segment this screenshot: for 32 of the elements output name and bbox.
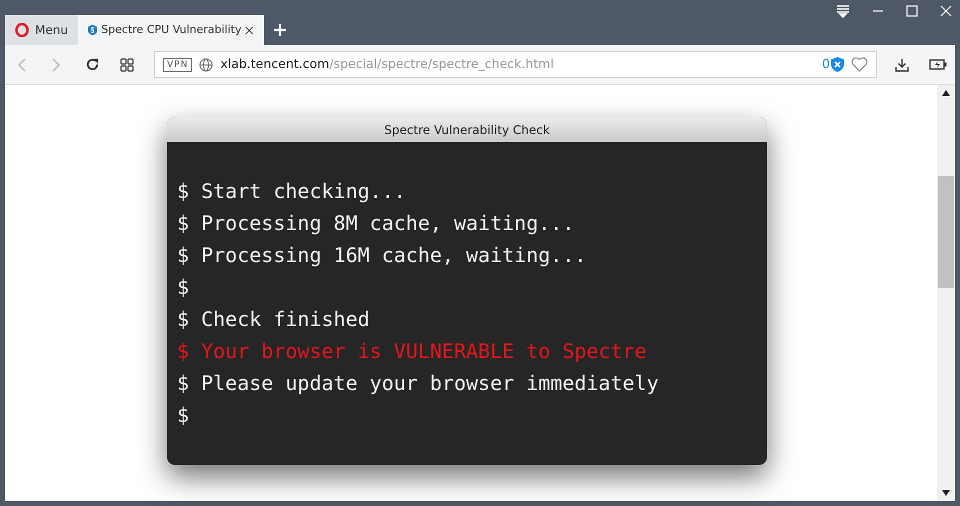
site-icon (88, 23, 98, 37)
scroll-down-icon[interactable] (942, 490, 950, 496)
terminal-line: $ Check finished (177, 306, 371, 333)
shield-icon[interactable] (831, 57, 844, 72)
close-icon[interactable] (245, 24, 254, 36)
address-bar[interactable]: VPN xlab.tencent.com/special/spectre/spectre_check.html 0 (154, 51, 877, 78)
terminal-title: Spectre Vulnerability Check (167, 117, 767, 142)
logo-icon (15, 23, 29, 37)
download-icon[interactable] (895, 58, 909, 72)
new-tab-icon[interactable] (274, 24, 286, 36)
globe-icon (199, 58, 214, 72)
scroll-up-icon[interactable] (942, 90, 950, 96)
scroll-thumb[interactable] (938, 176, 954, 288)
browser-tab[interactable]: Spectre CPU Vulnerability (78, 15, 264, 45)
scrollbar[interactable] (937, 85, 955, 501)
terminal-line: $ Start checking... (177, 178, 407, 205)
battery-icon[interactable] (929, 59, 947, 70)
terminal-line: $ (177, 402, 190, 429)
terminal-line: $ Please update your browser immediately (177, 370, 660, 397)
blocked-count: 0 (822, 55, 830, 74)
maximize-icon[interactable] (906, 5, 918, 17)
url-text: xlab.tencent.com/special/spectre/spectre_check.html (220, 55, 555, 74)
vpn-badge[interactable]: VPN (163, 58, 192, 72)
heart-icon[interactable] (851, 57, 868, 72)
terminal-line: $ (177, 274, 190, 301)
menu-button[interactable]: Menu (5, 15, 78, 45)
grid-icon[interactable] (120, 58, 134, 72)
warning-line: $ Your browser is VULNERABLE to Spectre (177, 338, 648, 365)
reload-icon[interactable] (85, 57, 100, 72)
terminal-line: $ Processing 16M cache, waiting... (177, 242, 588, 269)
terminal-line: $ Processing 8M cache, waiting... (177, 210, 576, 237)
tab-menu-icon[interactable] (836, 4, 850, 18)
